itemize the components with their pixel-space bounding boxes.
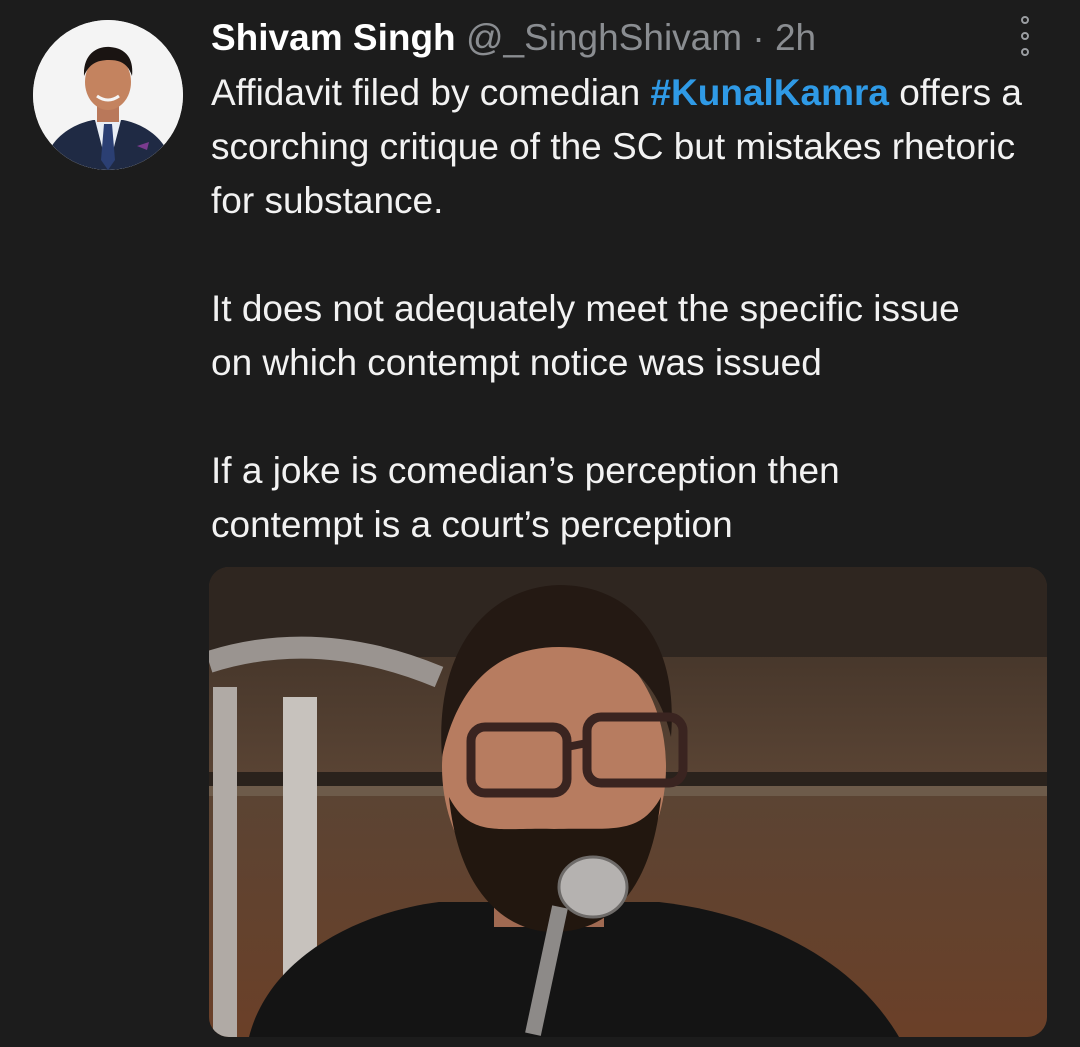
tweet-text: Affidavit filed by comedian #KunalKamra … [211, 66, 1061, 552]
separator: · [752, 17, 765, 58]
more-dot-2 [1021, 32, 1029, 40]
tweet-header: Shivam Singh @_SinghShivam · 2h [211, 14, 816, 62]
text-before-hashtag: Affidavit filed by comedian [211, 72, 651, 113]
paragraph-3-line-1: If a joke is comedian’s perception then [211, 450, 840, 491]
paragraph-2: It does not adequately meet the specific… [211, 282, 1061, 390]
tweet[interactable]: Shivam Singh @_SinghShivam · 2h Affidavi… [0, 0, 1080, 1047]
photo-image [209, 567, 1047, 1037]
profile-photo-icon [33, 20, 183, 170]
paragraph-2-line-2: on which contempt notice was issued [211, 342, 822, 383]
display-name[interactable]: Shivam Singh [211, 17, 456, 58]
timestamp[interactable]: 2h [775, 17, 816, 58]
more-options-icon[interactable] [1012, 14, 1038, 58]
paragraph-1: Affidavit filed by comedian #KunalKamra … [211, 66, 1061, 228]
avatar[interactable] [33, 20, 183, 170]
paragraph-3-line-2: contempt is a court’s perception [211, 504, 733, 545]
hashtag-link[interactable]: #KunalKamra [650, 72, 889, 113]
paragraph-3: If a joke is comedian’s perception then c… [211, 444, 1061, 552]
more-dot-1 [1021, 16, 1029, 24]
more-dot-3 [1021, 48, 1029, 56]
user-handle[interactable]: @_SinghShivam [466, 17, 742, 58]
media-image[interactable] [209, 567, 1047, 1037]
paragraph-2-line-1: It does not adequately meet the specific… [211, 288, 960, 329]
